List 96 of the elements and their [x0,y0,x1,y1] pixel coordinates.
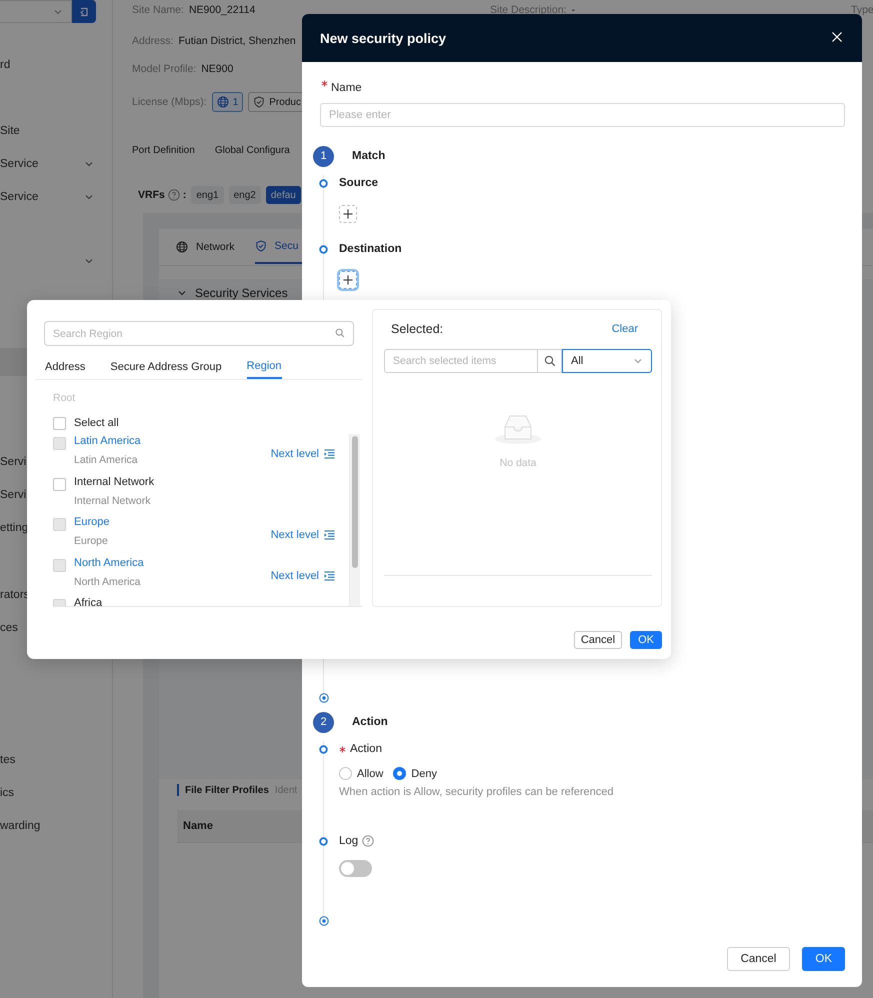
field-label: Destination [339,242,402,257]
region-description: Latin America [74,453,139,467]
field-value: NE900_22114 [188,4,256,16]
ok-button[interactable]: OK [802,947,845,971]
indent-list-icon [324,530,335,540]
globe-icon [216,96,229,108]
page-tab[interactable]: Port Definition [132,144,195,158]
step-number: 1 [313,146,334,166]
tab[interactable]: Address [45,355,86,379]
help-icon [168,189,180,201]
checkbox[interactable] [53,416,66,430]
indent-list-icon [324,449,335,460]
sidebar-item[interactable]: ics [0,781,112,805]
step-number: 2 [313,712,334,732]
cancel-button[interactable]: Cancel [726,947,790,971]
chevron-down-icon [84,256,94,266]
shield-icon [253,96,266,108]
tab[interactable]: Secure Address Group [110,355,222,379]
field-value: Futian District, Shenzhen [178,35,296,47]
chevron-down-icon [177,288,187,298]
sidebar-item[interactable]: rd [0,53,112,77]
chevron-down-icon [84,159,94,169]
sidebar-item[interactable]: warding [0,814,112,838]
search-field[interactable]: Search selected items [384,349,538,373]
plus-icon [343,275,353,285]
field-label: Site Name: [132,4,184,16]
timeline-dot [319,178,328,188]
sidebar-item[interactable]: tes [0,748,112,772]
region-description: North America [74,574,142,589]
field-label: Source [339,176,378,191]
sidebar-item[interactable]: Service [0,185,112,209]
chevron-down-icon [84,192,94,202]
vrf-tag[interactable]: eng1 [191,186,224,204]
tab[interactable]: Region [246,355,282,379]
back-button[interactable] [72,0,96,23]
step-title: Match [352,150,386,162]
search-icon [544,355,556,367]
filter-dropdown[interactable]: All [562,349,652,373]
timeline-dot [319,244,328,254]
region-name: Internal Network [74,474,156,489]
section-title: File Filter Profiles [185,784,269,796]
field-label: Address: [132,35,174,47]
timeline-dot [319,836,328,846]
column-header: Name [183,820,213,832]
indent-list-icon [324,571,335,582]
close-icon [831,31,843,43]
globe-icon [176,240,188,252]
timeline-end-icon [319,916,329,926]
step-title: Action [352,716,388,728]
field-value: - [571,4,575,16]
add-button[interactable] [339,271,357,289]
breadcrumb: Root [53,392,76,404]
vrf-tag[interactable]: defau [266,186,301,204]
field-value: NE900 [201,63,234,75]
page-tab[interactable]: Global Configura [214,144,290,158]
ok-button[interactable]: OK [630,631,662,649]
region-description: Europe [74,534,109,548]
plus-icon [343,209,353,219]
license-value: 1 [232,96,238,108]
field-label: VRFs [138,189,165,201]
timeline-end-icon [319,693,329,703]
field-label: Model Profile: [132,63,196,75]
timeline-dot [319,744,328,754]
field-label: : [182,189,186,201]
radio-option[interactable]: Deny [393,767,437,780]
return-icon [78,6,90,18]
radio-option[interactable]: Allow [339,767,384,780]
name-field[interactable]: Please enter [320,103,845,127]
cancel-button[interactable]: Cancel [574,631,622,649]
scrollbar[interactable] [349,434,360,606]
region-description: Internal Network [74,494,152,508]
license-value: Produc [269,96,301,108]
field-label: License (Mbps): [132,96,207,108]
add-button[interactable] [339,205,357,223]
log-switch[interactable] [339,860,372,877]
empty-text: No data [500,457,536,469]
checkbox-label: Select all [74,416,119,430]
field-label: Name [331,81,362,96]
card-tab[interactable]: Network [176,229,247,264]
sidebar-item[interactable]: Service [0,152,112,176]
chevron-down-icon [633,356,643,366]
field-label: Action [350,742,382,757]
search-icon [335,328,345,338]
shield-icon [254,240,267,252]
clear-link[interactable]: Clear [612,323,638,335]
field-label: Type [851,4,873,16]
search-button[interactable] [538,349,562,373]
field-label: Log [339,834,358,849]
sidebar-item[interactable]: Site [0,119,112,143]
panel-title: Selected: [391,322,444,336]
vrf-tag[interactable]: eng2 [228,186,261,204]
help-text: When action is Allow, security profiles can be referenced [339,786,614,798]
checkbox[interactable] [53,478,66,491]
search-field[interactable]: Search Region [44,321,354,346]
field-label: Site Description: [490,4,566,16]
drawer-title: New security policy [320,30,446,46]
